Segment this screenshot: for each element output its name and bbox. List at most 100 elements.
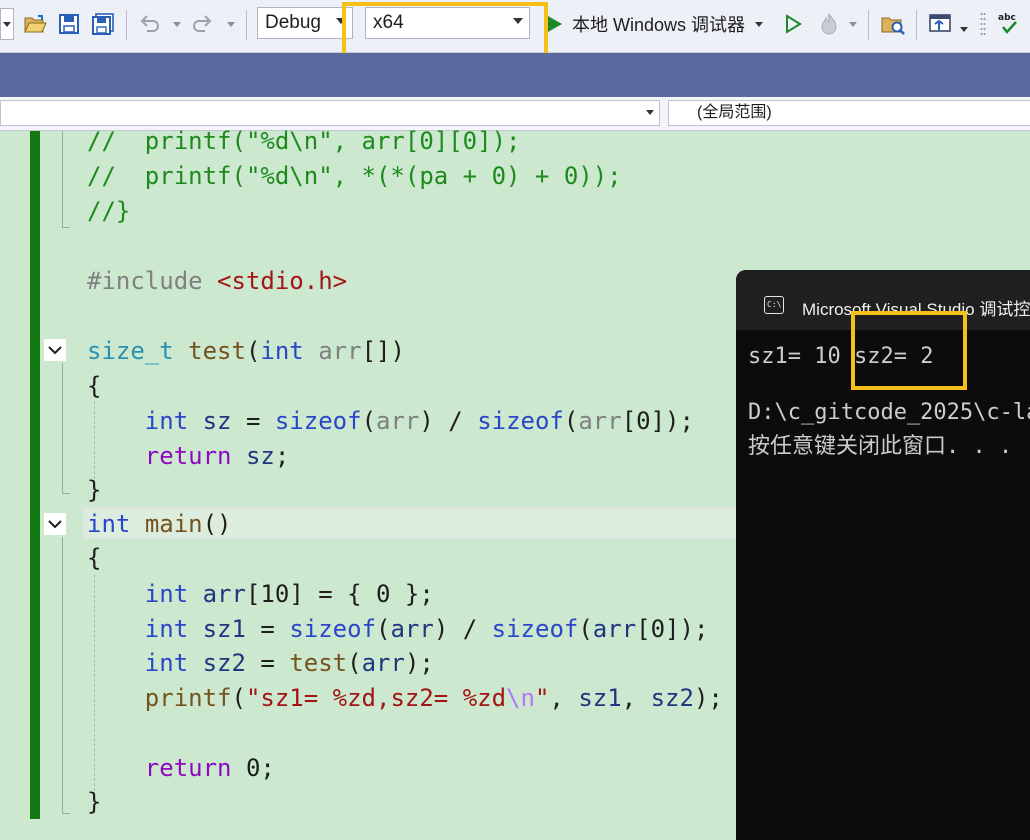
solution-config-dropdown-edge[interactable] — [0, 8, 14, 40]
spell-check-icon[interactable]: abc — [994, 8, 1024, 40]
code-token: sizeof — [274, 407, 362, 435]
solution-configuration-dropdown[interactable]: Debug — [257, 7, 353, 39]
code-line[interactable]: } — [87, 473, 101, 507]
code-token: <stdio.h> — [217, 267, 348, 295]
collapse-main-function-icon[interactable] — [44, 513, 66, 535]
code-line[interactable]: // printf("%d\n", *(*(pa + 0) + 0)); — [87, 159, 622, 193]
code-token: [0]); — [636, 615, 709, 643]
redo-dropdown-chevron-icon[interactable] — [224, 8, 238, 40]
chevron-down-icon — [755, 21, 764, 27]
window-layout-chevron-icon[interactable] — [958, 8, 970, 40]
code-token: } — [87, 788, 102, 816]
hot-reload-icon[interactable] — [814, 8, 844, 40]
code-token: , — [621, 684, 651, 712]
code-token: ) / — [419, 407, 478, 435]
code-line[interactable]: return 0; — [87, 751, 275, 785]
code-line[interactable]: { — [87, 541, 101, 575]
toolbar-separator — [868, 10, 869, 40]
code-line[interactable]: int arr[10] = { 0 }; — [87, 577, 434, 611]
open-file-icon[interactable] — [22, 8, 48, 40]
fold-outline — [62, 537, 63, 813]
code-token: ( — [578, 615, 593, 643]
annotation-highlight-box — [851, 311, 967, 390]
undo-dropdown-chevron-icon[interactable] — [170, 8, 184, 40]
toolbar-separator — [126, 10, 127, 40]
code-token: } — [87, 476, 102, 504]
code-line[interactable]: int sz1 = sizeof(arr) / sizeof(arr[0]); — [87, 612, 709, 646]
code-token: // printf("%d\n", *(*(pa + 0) + 0)); — [87, 162, 622, 190]
window-layout-icon[interactable] — [926, 8, 956, 40]
save-all-icon[interactable] — [90, 8, 116, 40]
code-token: arr — [390, 615, 434, 643]
start-debugging-label: 本地 Windows 调试器 — [572, 15, 746, 35]
console-path-line: D:\c_gitcode_2025\c-language — [748, 400, 1030, 425]
toolbar-gripper[interactable] — [978, 8, 988, 40]
fold-outline — [62, 131, 63, 227]
chevron-down-icon — [646, 110, 654, 115]
code-token: 0; — [231, 754, 275, 782]
code-token: \n — [506, 684, 535, 712]
save-icon[interactable] — [56, 8, 82, 40]
code-token: = — [245, 649, 290, 677]
hot-reload-chevron-icon[interactable] — [846, 8, 860, 40]
fold-outline-end — [62, 493, 70, 494]
code-token: int — [260, 337, 304, 365]
code-line[interactable]: //} — [87, 194, 130, 228]
code-token: sizeof — [491, 615, 579, 643]
code-token: arr — [376, 407, 420, 435]
console-app-icon: C:\ — [764, 296, 784, 314]
start-debugging-button[interactable]: 本地 Windows 调试器 — [544, 8, 774, 40]
code-line[interactable]: { — [87, 369, 101, 403]
code-line[interactable]: return sz; — [87, 439, 290, 473]
code-line[interactable]: int sz2 = test(arr); — [87, 646, 434, 680]
code-token: int — [144, 615, 189, 643]
code-token: ( — [361, 407, 377, 435]
start-without-debugging-icon[interactable] — [780, 8, 806, 40]
code-token: //} — [87, 197, 131, 225]
code-token: // printf("%d\n", arr[0][0]); — [87, 127, 521, 155]
code-token: sz — [202, 407, 232, 435]
code-line[interactable]: int main() — [87, 507, 232, 541]
code-token: arr — [578, 407, 622, 435]
undo-icon[interactable] — [136, 8, 162, 40]
code-line[interactable]: printf("sz1= %zd,sz2= %zd\n", sz1, sz2); — [87, 681, 723, 715]
code-token: return — [144, 442, 232, 470]
code-token: sz — [245, 442, 275, 470]
find-in-files-icon[interactable] — [878, 8, 908, 40]
code-token: [10] = { 0 }; — [245, 580, 434, 608]
collapse-test-function-icon[interactable] — [44, 339, 66, 361]
global-scope-dropdown[interactable]: (全局范围) — [668, 100, 1030, 126]
code-token: test — [188, 337, 246, 365]
svg-text:abc: abc — [998, 13, 1016, 23]
code-token: sizeof — [289, 615, 377, 643]
code-token: = — [231, 407, 275, 435]
project-scope-dropdown[interactable] — [0, 100, 660, 126]
redo-icon[interactable] — [190, 8, 216, 40]
code-token: arr — [361, 649, 405, 677]
toolbar-separator — [246, 10, 247, 40]
code-line[interactable]: int sz = sizeof(arr) / sizeof(arr[0]); — [87, 404, 694, 438]
code-line[interactable]: } — [87, 785, 101, 819]
code-line[interactable]: size_t test(int arr[]) — [87, 334, 405, 368]
code-token: ); — [693, 684, 723, 712]
scope-value: (全局范围) — [697, 104, 772, 121]
solution-configuration-value: Debug — [265, 12, 321, 33]
code-token: () — [202, 510, 232, 538]
code-line[interactable]: #include <stdio.h> — [87, 264, 347, 298]
code-token: ); — [404, 649, 434, 677]
code-token: []) — [361, 337, 405, 365]
code-token: ) / — [433, 615, 492, 643]
code-line[interactable]: // printf("%d\n", arr[0][0]); — [87, 124, 520, 158]
code-token: return — [144, 754, 232, 782]
code-token: arr — [592, 615, 637, 643]
